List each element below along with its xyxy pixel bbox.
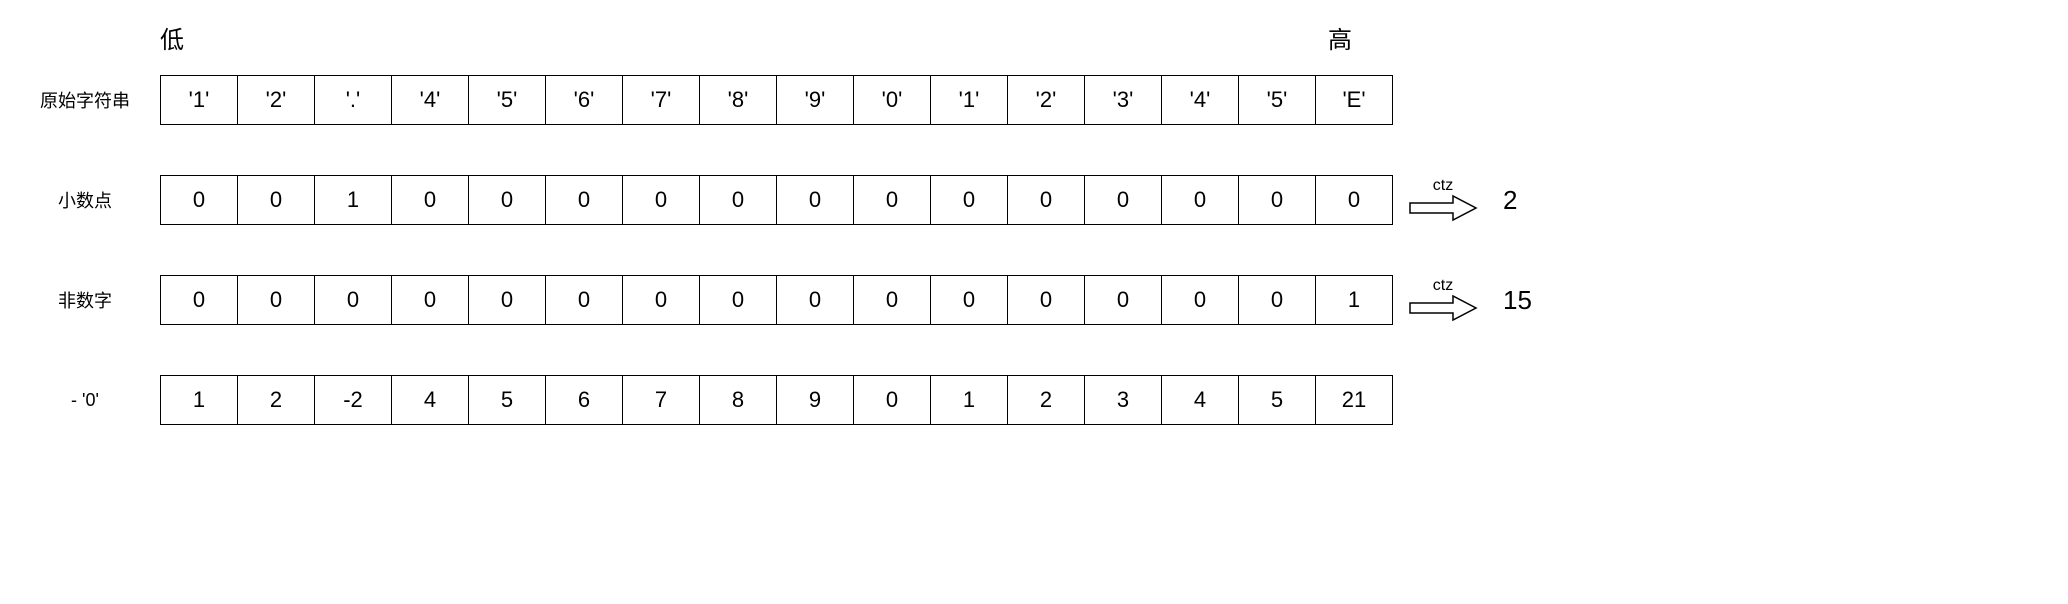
- cell: 0: [1238, 175, 1316, 225]
- cell: 0: [853, 275, 931, 325]
- cell: 0: [160, 275, 238, 325]
- cell: 1: [930, 375, 1008, 425]
- cell: '7': [622, 75, 700, 125]
- cell: '8': [699, 75, 777, 125]
- cell: 6: [545, 375, 623, 425]
- diagram-container: 低 高 原始字符串'1''2''.''4''5''6''7''8''9''0''…: [20, 20, 2048, 425]
- cell: 0: [1161, 275, 1239, 325]
- table-row: 小数点0010000000000000ctz2: [20, 175, 2048, 225]
- row-label: 小数点: [20, 187, 160, 213]
- header-low: 低: [160, 20, 240, 55]
- cell: 0: [1007, 275, 1085, 325]
- cell: 0: [545, 275, 623, 325]
- cells: 0010000000000000: [160, 175, 1393, 225]
- table-row: 原始字符串'1''2''.''4''5''6''7''8''9''0''1''2…: [20, 75, 2048, 125]
- cell: 0: [1084, 275, 1162, 325]
- cell: '2': [237, 75, 315, 125]
- table-row: 非数字0000000000000001ctz15: [20, 275, 2048, 325]
- cells: 12-245678901234521: [160, 375, 1393, 425]
- cell: 8: [699, 375, 777, 425]
- cell: 0: [468, 175, 546, 225]
- cell: 0: [1161, 175, 1239, 225]
- cells: 0000000000000001: [160, 275, 1393, 325]
- cell: 0: [1238, 275, 1316, 325]
- cell: 2: [1007, 375, 1085, 425]
- cell: '0': [853, 75, 931, 125]
- cell: '1': [160, 75, 238, 125]
- cell: 0: [776, 275, 854, 325]
- cell: '9': [776, 75, 854, 125]
- cell: 5: [468, 375, 546, 425]
- cell: 0: [237, 175, 315, 225]
- arrow-wrap: ctz: [1408, 277, 1478, 323]
- cell: 0: [545, 175, 623, 225]
- cell: 9: [776, 375, 854, 425]
- cell: '3': [1084, 75, 1162, 125]
- cell: 0: [391, 175, 469, 225]
- cell: 5: [1238, 375, 1316, 425]
- cell: 0: [699, 275, 777, 325]
- cell: 0: [930, 275, 1008, 325]
- arrow-right-icon: [1408, 293, 1478, 323]
- header-high: 高: [1328, 20, 1352, 55]
- table-row: - '0'12-245678901234521: [20, 375, 2048, 425]
- result-value: 2: [1503, 185, 1517, 216]
- cell: 0: [622, 175, 700, 225]
- cell: 0: [237, 275, 315, 325]
- cell: 0: [930, 175, 1008, 225]
- cell: '6': [545, 75, 623, 125]
- cell: '5': [1238, 75, 1316, 125]
- cell: 0: [1007, 175, 1085, 225]
- cell: 0: [853, 175, 931, 225]
- cell: 3: [1084, 375, 1162, 425]
- cell: 0: [1315, 175, 1393, 225]
- result-value: 15: [1503, 285, 1532, 316]
- arrow-wrap: ctz: [1408, 177, 1478, 223]
- cell: 0: [776, 175, 854, 225]
- cell: 0: [853, 375, 931, 425]
- cell: '.': [314, 75, 392, 125]
- cell: '1': [930, 75, 1008, 125]
- cell: 4: [1161, 375, 1239, 425]
- cell: 1: [160, 375, 238, 425]
- cell: -2: [314, 375, 392, 425]
- cell: 'E': [1315, 75, 1393, 125]
- cell: 0: [391, 275, 469, 325]
- cell: 0: [1084, 175, 1162, 225]
- cell: 21: [1315, 375, 1393, 425]
- cell: 0: [160, 175, 238, 225]
- header-row: 低 高: [160, 20, 2048, 55]
- cell: 0: [699, 175, 777, 225]
- cell: 1: [314, 175, 392, 225]
- cell: '4': [391, 75, 469, 125]
- cell: '5': [468, 75, 546, 125]
- cells: '1''2''.''4''5''6''7''8''9''0''1''2''3''…: [160, 75, 1393, 125]
- row-label: - '0': [20, 390, 160, 411]
- row-label: 原始字符串: [20, 87, 160, 113]
- cell: '4': [1161, 75, 1239, 125]
- cell: 1: [1315, 275, 1393, 325]
- cell: 0: [468, 275, 546, 325]
- cell: 0: [622, 275, 700, 325]
- cell: 0: [314, 275, 392, 325]
- cell: 4: [391, 375, 469, 425]
- cell: '2': [1007, 75, 1085, 125]
- arrow-right-icon: [1408, 193, 1478, 223]
- row-label: 非数字: [20, 287, 160, 313]
- cell: 2: [237, 375, 315, 425]
- cell: 7: [622, 375, 700, 425]
